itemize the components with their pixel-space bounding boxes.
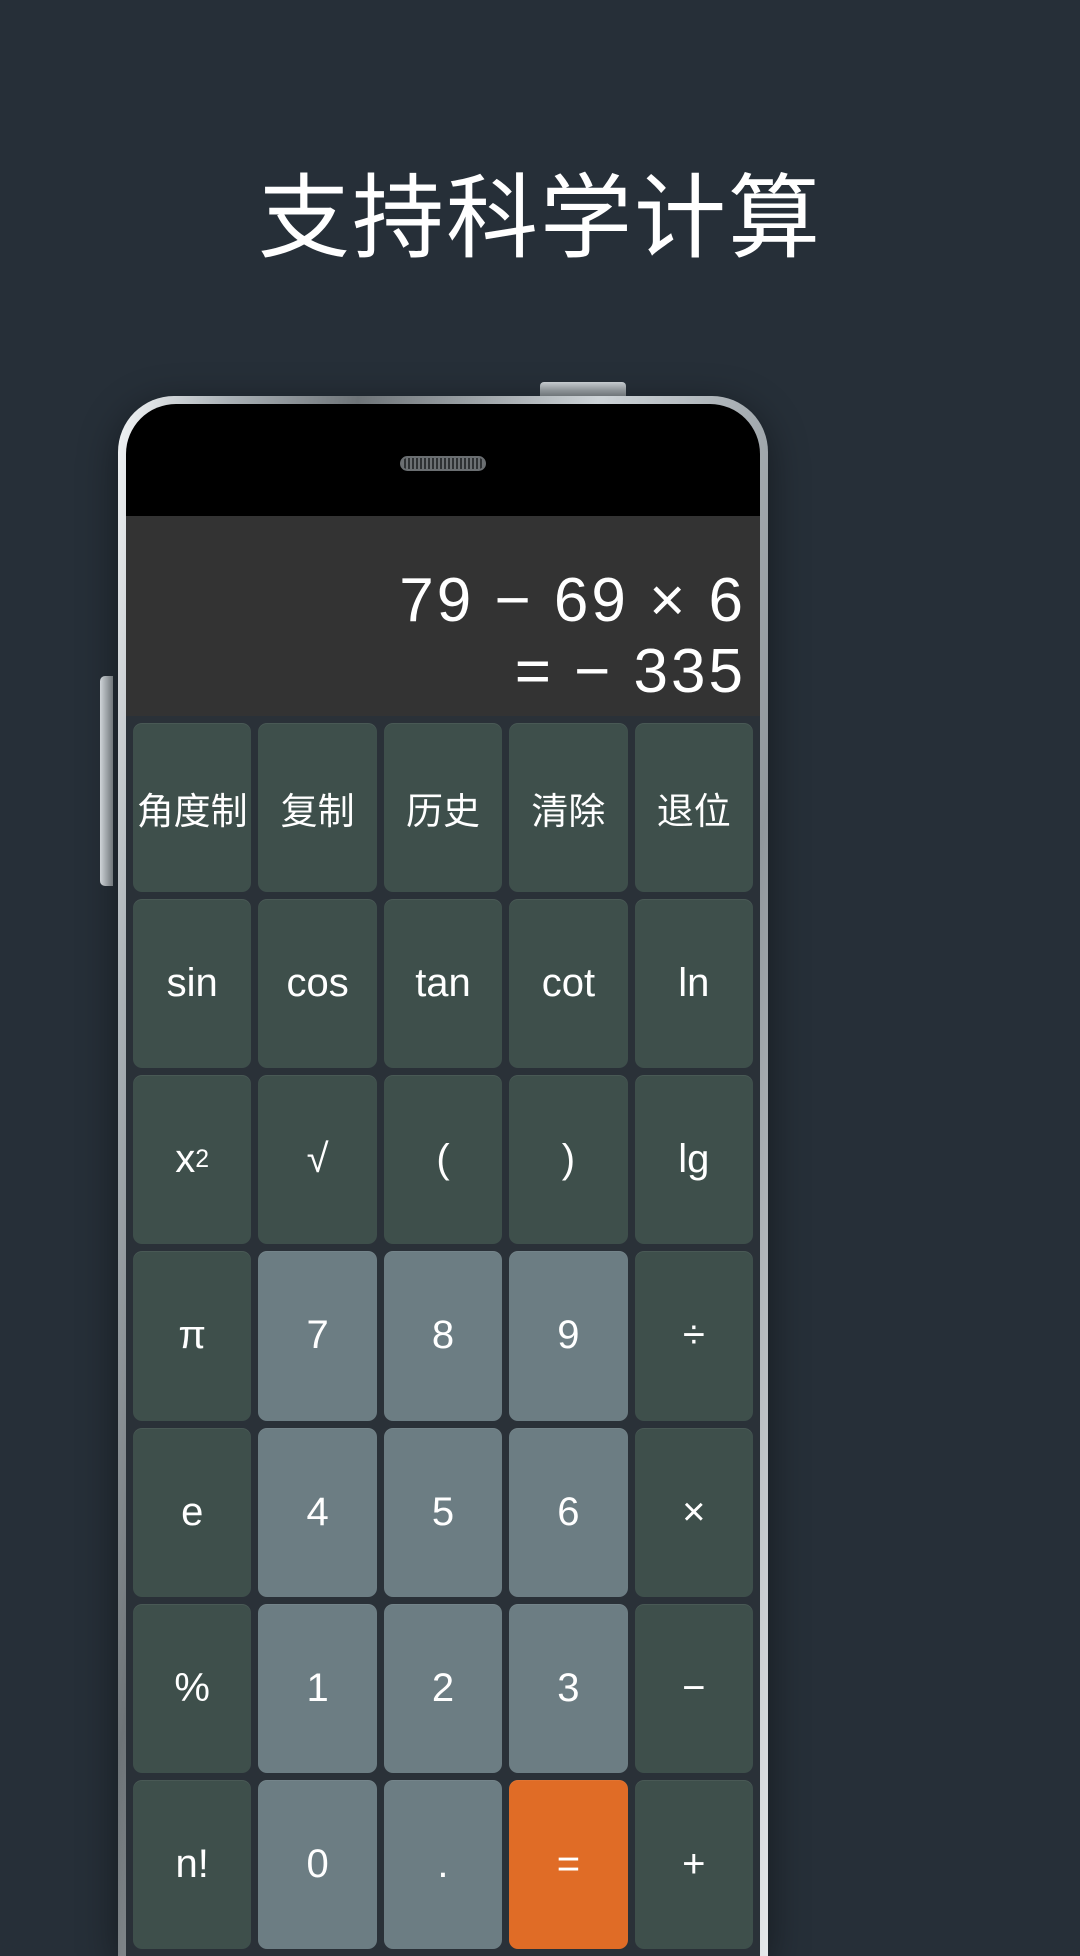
earpiece-speaker-icon [400, 456, 486, 471]
key-left-paren[interactable]: ( [383, 1075, 503, 1245]
key-plus[interactable]: + [634, 1779, 753, 1949]
key-8[interactable]: 8 [383, 1251, 503, 1421]
volume-button[interactable] [100, 676, 113, 886]
key-multiply[interactable]: × [634, 1427, 753, 1597]
key-tan[interactable]: tan [383, 899, 503, 1069]
key-e[interactable]: e [133, 1427, 252, 1597]
key-pi[interactable]: π [133, 1251, 252, 1421]
display-result: = − 335 [514, 637, 746, 706]
page-title: 支持科学计算 [257, 165, 822, 272]
calculator-keypad: 角度制 复制 历史 清除 退位 sin cos tan cot ln x 2 √() lg π 7 8 9 ÷ e 4 5… [126, 716, 760, 1956]
display-expression: 79 − 69 × 6 [399, 566, 746, 635]
key-cot[interactable]: cot [509, 899, 628, 1069]
key-2[interactable]: 2 [383, 1603, 503, 1773]
key-ln[interactable]: ln [634, 899, 753, 1069]
key-copy[interactable]: 复制 [258, 723, 377, 893]
phone-bezel: 79 − 69 × 6 = − 335 角度制 复制 历史 清除 退位 sin cos tan… [126, 404, 760, 1956]
key-factorial[interactable]: n! [133, 1779, 252, 1949]
key-0[interactable]: 0 [258, 1779, 377, 1949]
key-degree-mode[interactable]: 角度制 [133, 723, 252, 893]
key-9[interactable]: 9 [509, 1251, 628, 1421]
key-4[interactable]: 4 [258, 1427, 377, 1597]
key-percent[interactable]: % [133, 1603, 252, 1773]
key-decimal[interactable]: . [383, 1779, 503, 1949]
key-clear[interactable]: 清除 [509, 723, 628, 893]
key-sqrt[interactable]: √ [258, 1075, 377, 1245]
phone-mockup: 79 − 69 × 6 = − 335 角度制 复制 历史 清除 退位 sin cos tan… [118, 396, 768, 1956]
key-7[interactable]: 7 [258, 1251, 377, 1421]
key-divide[interactable]: ÷ [634, 1251, 753, 1421]
calculator-app: 79 − 69 × 6 = − 335 角度制 复制 历史 清除 退位 sin cos tan… [126, 516, 760, 1956]
key-backspace[interactable]: 退位 [634, 723, 753, 893]
key-5[interactable]: 5 [383, 1427, 503, 1597]
key-history[interactable]: 历史 [383, 723, 503, 893]
key-6[interactable]: 6 [509, 1427, 628, 1597]
key-1[interactable]: 1 [258, 1603, 377, 1773]
key-right-paren[interactable]: ) [509, 1075, 628, 1245]
key-cos[interactable]: cos [258, 899, 377, 1069]
key-sin[interactable]: sin [133, 899, 252, 1069]
key-lg[interactable]: lg [634, 1075, 753, 1245]
key-3[interactable]: 3 [509, 1603, 628, 1773]
calculator-display: 79 − 69 × 6 = − 335 [126, 516, 760, 716]
power-button[interactable] [540, 382, 626, 396]
key-square[interactable]: x2 [133, 1075, 252, 1245]
key-equals[interactable]: = [509, 1779, 628, 1949]
key-minus[interactable]: − [634, 1603, 753, 1773]
